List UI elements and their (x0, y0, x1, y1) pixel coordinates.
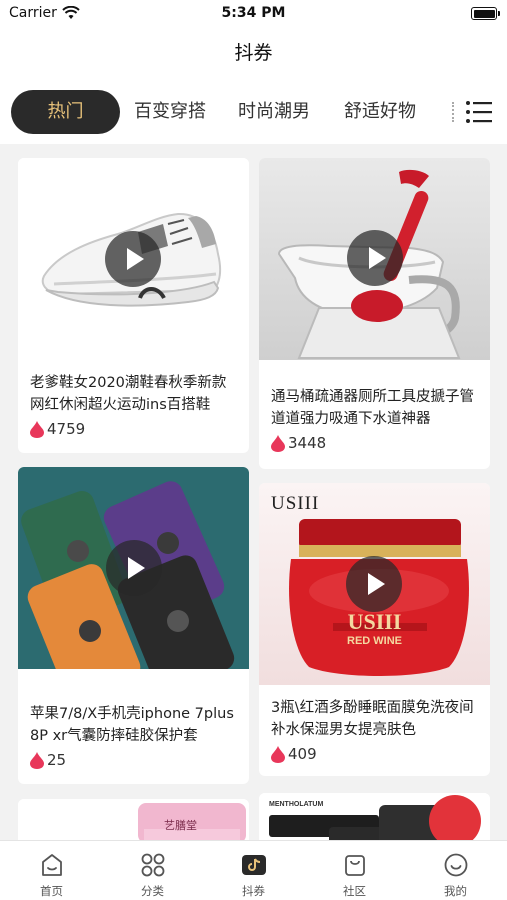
profile-smile-icon (444, 853, 468, 877)
play-icon[interactable] (347, 230, 403, 286)
page-title: 抖券 (234, 42, 273, 64)
product-title: 3瓶\红酒多酚睡眠面膜免洗夜间补水保湿男女提亮肤色 (271, 700, 474, 738)
community-bag-icon (345, 855, 365, 876)
product-image-pink-jar: 艺膳堂 (18, 799, 249, 840)
jar-sub-text: RED WINE (347, 635, 402, 647)
flame-icon (30, 751, 44, 769)
product-card[interactable]: MENTHOLATUM (259, 793, 490, 840)
product-card[interactable]: USIII USIII RED WINE 3瓶\红酒多酚睡眠面膜免洗夜间补水保湿… (259, 483, 490, 776)
bottom-tab-label: 首页 (40, 884, 63, 898)
product-image-toilet-plunger (259, 158, 490, 360)
category-icon (141, 853, 165, 877)
bottom-tab-community[interactable]: 社区 (304, 841, 405, 900)
bottom-tab-bar: 首页 分类 抖券 社区 我的 (0, 840, 507, 900)
product-title: 通马桶疏通器厕所工具皮搋子管道道强力吸通下水道神器 (271, 389, 474, 427)
product-image-red-wine-mask: USIII USIII RED WINE (259, 483, 490, 685)
play-icon[interactable] (106, 540, 162, 596)
navigation-bar: 抖券 (0, 28, 507, 76)
product-likes: 4759 (30, 420, 85, 438)
tab-mens-fashion[interactable]: 时尚潮男 (238, 90, 310, 134)
product-title: 苹果7/8/X手机壳iphone 7plus 8P xr气囊防摔硅胶保护套 (30, 706, 234, 744)
product-card[interactable]: 艺膳堂 (18, 799, 249, 840)
product-image-phone-cases (18, 467, 249, 669)
bottom-tab-profile[interactable]: 我的 (405, 841, 506, 900)
product-grid: 老爹鞋女2020潮鞋春秋季新款网红休闲超火运动ins百搭鞋 4759 通马桶疏通… (0, 144, 507, 840)
product-title: 老爹鞋女2020潮鞋春秋季新款网红休闲超火运动ins百搭鞋 (30, 375, 227, 413)
jar-label-text: 艺膳堂 (164, 819, 197, 832)
product-image-black-tubes: MENTHOLATUM (259, 793, 490, 840)
battery-icon (471, 7, 500, 20)
tab-comfort-goods[interactable]: 舒适好物 (344, 90, 416, 134)
likes-count: 4759 (47, 420, 86, 438)
flame-icon (30, 420, 44, 438)
bottom-tab-douquan[interactable]: 抖券 (203, 841, 304, 900)
home-icon (42, 854, 62, 876)
flame-icon (271, 434, 285, 452)
tab-hot[interactable]: 热门 (11, 90, 120, 134)
product-card[interactable]: 老爹鞋女2020潮鞋春秋季新款网红休闲超火运动ins百搭鞋 4759 (18, 158, 249, 453)
category-menu-icon[interactable] (465, 100, 493, 124)
category-tabs: 热门 百变穿搭 时尚潮男 舒适好物 (0, 76, 507, 144)
flame-icon (271, 745, 285, 763)
bottom-tab-home[interactable]: 首页 (1, 841, 102, 900)
status-time: 5:34 PM (221, 5, 286, 21)
play-icon[interactable] (346, 556, 402, 612)
bottom-tab-label: 我的 (444, 884, 467, 898)
bottom-tab-label: 社区 (343, 884, 366, 898)
product-likes: 3448 (271, 434, 326, 452)
status-bar: Carrier 5:34 PM (0, 0, 507, 28)
bottom-tab-label: 分类 (141, 884, 164, 898)
tab-outfits[interactable]: 百变穿搭 (134, 90, 206, 134)
play-icon[interactable] (105, 231, 161, 287)
bottom-tab-category[interactable]: 分类 (102, 841, 203, 900)
product-likes: 409 (271, 745, 317, 763)
product-image-sneaker (18, 158, 249, 363)
likes-count: 25 (47, 751, 67, 769)
product-card[interactable]: 苹果7/8/X手机壳iphone 7plus 8P xr气囊防摔硅胶保护套 25 (18, 467, 249, 784)
product-card[interactable]: 通马桶疏通器厕所工具皮搋子管道道强力吸通下水道神器 3448 (259, 158, 490, 469)
likes-count: 409 (288, 745, 317, 763)
likes-count: 3448 (288, 434, 327, 452)
image-brand-text: MENTHOLATUM (269, 801, 324, 808)
product-likes: 25 (30, 751, 66, 769)
bottom-tab-label: 抖券 (242, 884, 265, 898)
douquan-icon (242, 855, 266, 875)
jar-brand-text: USIII (347, 609, 402, 634)
tab-divider (452, 102, 454, 122)
